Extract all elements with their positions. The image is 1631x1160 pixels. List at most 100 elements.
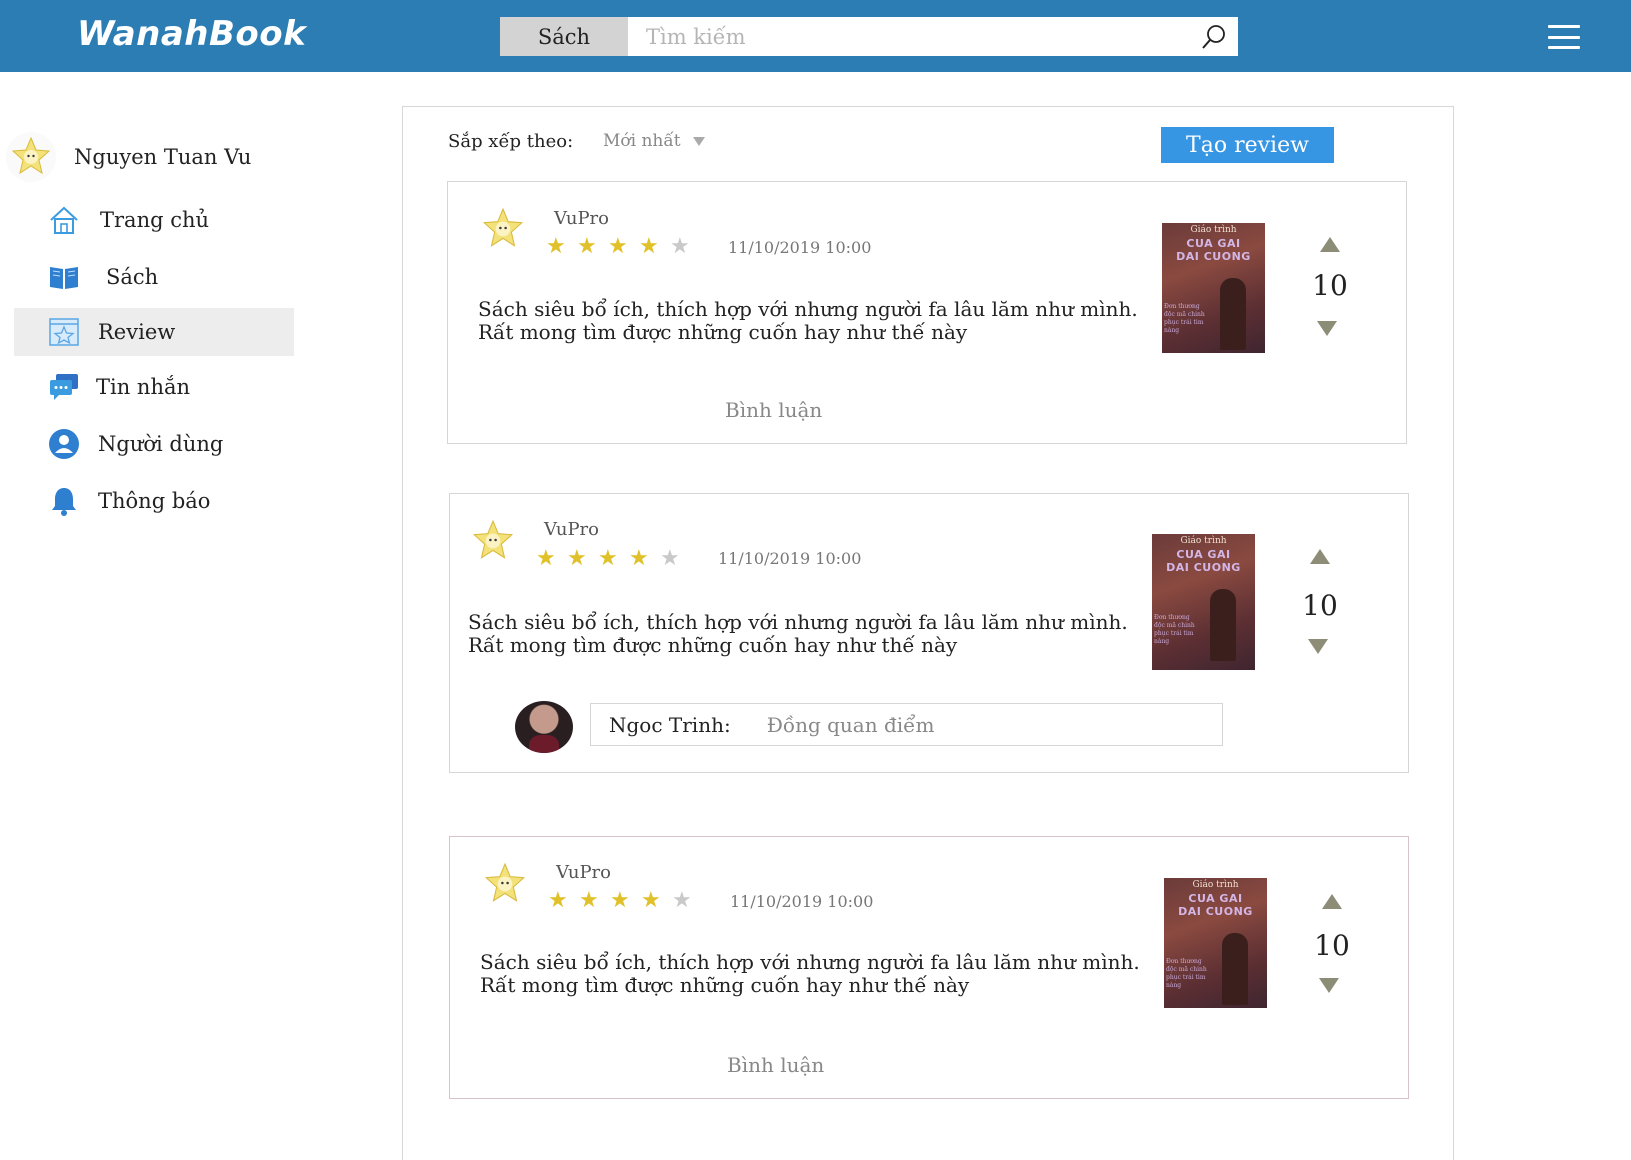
cover-figure — [1220, 278, 1246, 350]
chat-icon — [48, 371, 80, 403]
top-bar: WanahBook Sách — [0, 0, 1631, 72]
comment-text: Đồng quan điểm — [766, 712, 935, 737]
review-date: 11/10/2019 10:00 — [730, 892, 874, 911]
review-text-line: Sách siêu bổ ích, thích hợp với nhưng ng… — [480, 950, 1140, 974]
review-text-line: Rất mong tìm được những cuốn hay như thế… — [468, 633, 958, 657]
star-empty-icon: ★ — [672, 888, 692, 913]
book-cover[interactable]: Giáo trình CUA GAI DAI CUONG Đơn thương đ… — [1162, 223, 1265, 353]
sidebar-profile[interactable]: Nguyen Tuan Vu — [6, 132, 251, 182]
sort-dropdown[interactable]: Mới nhất — [603, 131, 705, 151]
sort-value: Mới nhất — [603, 131, 681, 151]
review-text-line: Rất mong tìm được những cuốn hay như thế… — [480, 973, 970, 997]
book-cover[interactable]: Giáo trình CUA GAI DAI CUONG Đơn thương đ… — [1164, 878, 1267, 1008]
star-filled-icon: ★ — [546, 234, 566, 259]
sidebar-nav: Trang chủ Sách Review Tin nhắn Người dùn… — [14, 194, 294, 532]
sidebar-item-notifications[interactable]: Thông báo — [14, 475, 294, 527]
review-date: 11/10/2019 10:00 — [718, 549, 862, 568]
downvote-icon[interactable] — [1308, 639, 1328, 654]
review-date: 11/10/2019 10:00 — [728, 238, 872, 257]
downvote-icon[interactable] — [1319, 978, 1339, 993]
star-character-icon — [11, 136, 51, 175]
cover-title: CUA GAI DAI CUONG — [1162, 237, 1265, 263]
sidebar-item-home[interactable]: Trang chủ — [14, 194, 294, 246]
rating-stars: ★ ★ ★ ★ ★ — [548, 888, 703, 913]
upvote-icon[interactable] — [1322, 894, 1342, 909]
avatar[interactable] — [482, 859, 528, 909]
vote-count: 10 — [1302, 589, 1338, 622]
cover-tagline: Đơn thương độc mã chinh phục trái tim nà… — [1154, 614, 1195, 645]
search-button[interactable] — [1190, 17, 1238, 56]
sidebar-item-review[interactable]: Review — [14, 308, 294, 356]
review-author[interactable]: VuPro — [554, 208, 609, 229]
review-card: VuPro ★ ★ ★ ★ ★ 11/10/2019 10:00 Sách siêu b… — [447, 181, 1407, 444]
review-author[interactable]: VuPro — [544, 519, 599, 540]
comment-box[interactable]: Ngoc Trinh: Đồng quan điểm — [590, 703, 1223, 746]
avatar — [6, 132, 56, 182]
cover-tagline: Đơn thương độc mã chinh phục trái tim nà… — [1166, 958, 1207, 989]
bell-icon — [48, 485, 80, 517]
review-panel: Sắp xếp theo: Mới nhất Tạo review VuPro … — [402, 106, 1454, 1160]
search-icon — [1202, 24, 1225, 49]
star-filled-icon: ★ — [579, 888, 599, 913]
book-cover[interactable]: Giáo trình CUA GAI DAI CUONG Đơn thương đ… — [1152, 534, 1255, 670]
avatar[interactable] — [470, 516, 516, 566]
create-review-button[interactable]: Tạo review — [1161, 127, 1334, 163]
upvote-icon[interactable] — [1320, 237, 1340, 252]
review-card: VuPro ★ ★ ★ ★ ★ 11/10/2019 10:00 Sách siêu b… — [449, 836, 1409, 1099]
star-filled-icon: ★ — [577, 234, 597, 259]
cover-subtitle: Giáo trình — [1192, 880, 1239, 890]
review-text: Sách siêu bổ ích, thích hợp với nhưng ng… — [480, 951, 1140, 997]
cover-subtitle: Giáo trình — [1190, 225, 1237, 235]
comment-link[interactable]: Bình luận — [727, 1053, 824, 1077]
profile-name: Nguyen Tuan Vu — [74, 145, 252, 169]
rating-stars: ★ ★ ★ ★ ★ — [546, 234, 701, 259]
star-filled-icon: ★ — [536, 546, 556, 571]
search-category-select[interactable]: Sách — [500, 17, 628, 56]
cover-title-line: CUA GAI — [1188, 892, 1243, 905]
user-icon — [48, 428, 80, 460]
cover-title-line: DAI CUONG — [1166, 561, 1241, 574]
star-filled-icon: ★ — [629, 546, 649, 571]
home-icon — [48, 204, 80, 236]
cover-figure — [1222, 933, 1248, 1005]
sidebar-item-messages[interactable]: Tin nhắn — [14, 361, 294, 413]
star-character-icon — [472, 519, 514, 559]
avatar[interactable] — [480, 204, 526, 254]
sidebar-item-label: Sách — [106, 265, 159, 289]
sidebar-item-users[interactable]: Người dùng — [14, 418, 294, 470]
star-filled-icon: ★ — [608, 234, 628, 259]
comment-link[interactable]: Bình luận — [725, 398, 822, 422]
star-filled-icon: ★ — [548, 888, 568, 913]
vote-count: 10 — [1314, 929, 1350, 962]
sidebar-item-label: Thông báo — [98, 489, 211, 513]
cover-title-line: DAI CUONG — [1178, 905, 1253, 918]
star-empty-icon: ★ — [670, 234, 690, 259]
star-empty-icon: ★ — [660, 546, 680, 571]
comment-author: Ngoc Trinh: — [609, 712, 731, 737]
commenter-avatar[interactable] — [515, 701, 573, 753]
search-bar: Sách — [500, 17, 1238, 56]
sidebar-item-books[interactable]: Sách — [14, 251, 294, 303]
sort-label: Sắp xếp theo: — [448, 131, 574, 152]
book-icon — [48, 261, 80, 293]
cover-subtitle: Giáo trình — [1180, 536, 1227, 546]
cover-title: CUA GAI DAI CUONG — [1164, 892, 1267, 918]
review-text-line: Sách siêu bổ ích, thích hợp với nhưng ng… — [468, 610, 1128, 634]
star-filled-icon: ★ — [639, 234, 659, 259]
logo[interactable]: WanahBook — [77, 14, 306, 54]
upvote-icon[interactable] — [1310, 549, 1330, 564]
review-author[interactable]: VuPro — [556, 862, 611, 883]
review-star-icon — [48, 316, 80, 348]
star-character-icon — [484, 862, 526, 902]
downvote-icon[interactable] — [1317, 321, 1337, 336]
cover-title: CUA GAI DAI CUONG — [1152, 548, 1255, 574]
sidebar-item-label: Trang chủ — [100, 208, 210, 232]
cover-title-line: CUA GAI — [1186, 237, 1241, 250]
star-filled-icon: ★ — [598, 546, 618, 571]
cover-title-line: DAI CUONG — [1176, 250, 1251, 263]
sidebar-item-label: Review — [98, 320, 176, 344]
hamburger-menu-icon[interactable] — [1548, 25, 1580, 49]
review-text-line: Rất mong tìm được những cuốn hay như thế… — [478, 320, 968, 344]
search-input[interactable] — [628, 17, 1190, 56]
cover-title-line: CUA GAI — [1176, 548, 1231, 561]
